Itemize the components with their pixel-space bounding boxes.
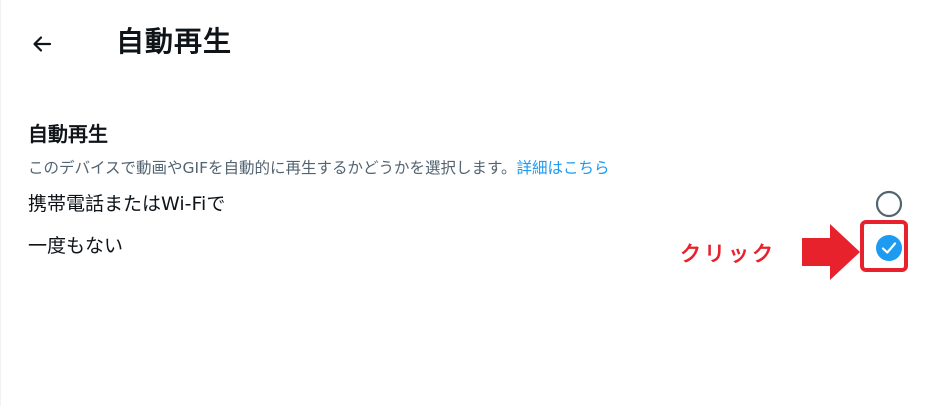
section-description: このデバイスで動画やGIFを自動的に再生するかどうかを選択します。詳細はこちら [28, 157, 610, 179]
description-text: このデバイスで動画やGIFを自動的に再生するかどうかを選択します。 [28, 159, 517, 177]
annotation-label: クリック [680, 242, 776, 266]
arrow-left-icon [33, 36, 52, 52]
option-label-mobile-wifi[interactable]: 携帯電話またはWi-Fiで [28, 190, 225, 218]
back-button[interactable] [22, 24, 62, 64]
annotation-highlight-box [860, 220, 908, 272]
header: 自動再生 [0, 0, 929, 88]
radio-mobile-wifi[interactable] [875, 190, 903, 218]
option-label-never[interactable]: 一度もない [28, 232, 123, 260]
learn-more-link[interactable]: 詳細はこちら [517, 159, 610, 177]
annotation-arrow-icon [802, 224, 860, 280]
section-title: 自動再生 [28, 122, 108, 146]
radio-unchecked-icon [875, 190, 903, 218]
page-title: 自動再生 [116, 25, 233, 58]
